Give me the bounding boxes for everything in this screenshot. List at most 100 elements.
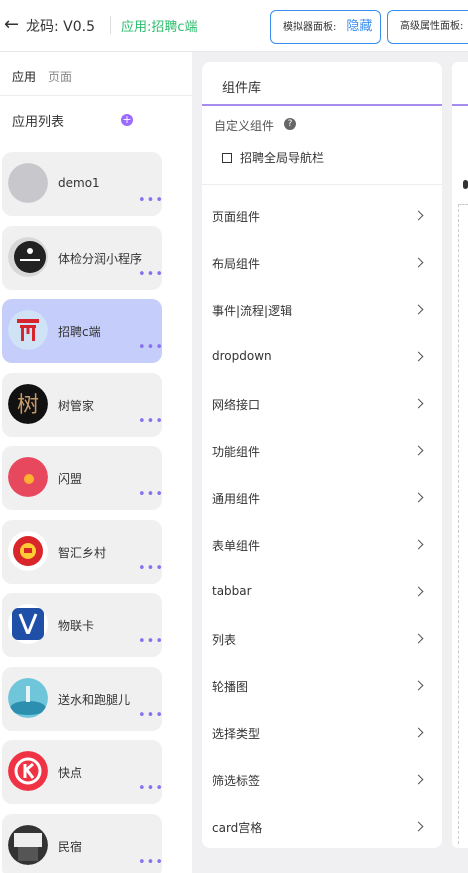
sidebar-tabs: 应用 页面 (0, 52, 192, 96)
category-label: dropdown (212, 349, 272, 363)
custom-components-title: 自定义组件 (214, 119, 275, 133)
category-label: 网络接口 (212, 398, 261, 412)
app-card[interactable]: 招聘c端 ••• (2, 299, 164, 363)
app-name: 闪盟 (58, 472, 83, 486)
app-name: 送水和跑腿儿 (58, 693, 131, 707)
app-avatar-icon (8, 751, 48, 791)
category-item[interactable]: 选择类型 (202, 711, 442, 758)
category-item[interactable]: 功能组件 (202, 429, 442, 476)
category-item[interactable]: 筛选标签 (202, 758, 442, 805)
chevron-right-icon (413, 304, 424, 315)
app-avatar-icon (8, 310, 48, 350)
component-library: 组件库 自定义组件 ? 招聘全局导航栏 页面组件布局组件事件|流程|逻辑 drop… (202, 62, 442, 848)
chevron-right-icon (413, 257, 424, 268)
advanced-panel-button[interactable]: 高级属性面板: (387, 10, 468, 44)
app-name: 快点 (58, 766, 83, 780)
app-card[interactable]: 树 树管家 ••• (2, 373, 164, 437)
tab-pages[interactable]: 页面 (48, 68, 72, 85)
app-title: 龙码: V0.5 (26, 19, 96, 35)
category-item[interactable]: tabbar (202, 570, 442, 617)
app-name: 物联卡 (58, 619, 95, 633)
category-item[interactable]: 通用组件 (202, 476, 442, 523)
app-avatar-icon (8, 604, 48, 644)
help-icon[interactable]: ? (284, 118, 296, 130)
simulator-canvas[interactable] (458, 204, 468, 844)
app-avatar-icon (8, 531, 48, 571)
back-arrow-icon[interactable]: ← (4, 13, 22, 37)
current-app-label: 应用:招聘c端 (121, 20, 198, 35)
advanced-panel-label: 高级属性面板: (400, 21, 464, 32)
more-icon[interactable]: ••• (138, 194, 164, 207)
category-item[interactable]: 列表 (202, 617, 442, 664)
category-item[interactable]: 页面组件 (202, 194, 442, 241)
app-name: 招聘c端 (58, 325, 101, 339)
category-item[interactable]: 网络接口 (202, 382, 442, 429)
component-icon (222, 153, 232, 163)
category-label: 选择类型 (212, 727, 261, 741)
category-label: 轮播图 (212, 680, 249, 694)
chevron-right-icon (413, 351, 424, 362)
plus-icon[interactable]: + (121, 114, 133, 126)
chevron-right-icon (413, 539, 424, 550)
category-item[interactable]: 轮播图 (202, 664, 442, 711)
simulator-panel-button[interactable]: 模拟器面板: 隐藏 (270, 10, 381, 44)
library-title: 组件库 (222, 81, 262, 96)
app-name: 树管家 (58, 399, 95, 413)
top-bar: ← 龙码: V0.5 应用:招聘c端 模拟器面板: 隐藏 高级属性面板: (0, 0, 468, 52)
more-icon[interactable]: ••• (138, 635, 164, 648)
category-label: tabbar (212, 584, 252, 598)
hide-simulator-link[interactable]: 隐藏 (346, 19, 372, 34)
more-icon[interactable]: ••• (138, 782, 164, 795)
more-icon[interactable]: ••• (138, 856, 164, 869)
app-avatar-icon (8, 457, 48, 497)
app-card[interactable]: 智汇乡村 ••• (2, 520, 164, 584)
app-card[interactable]: 快点 ••• (2, 740, 164, 804)
more-icon[interactable]: ••• (138, 341, 164, 354)
library-title-underline (202, 104, 442, 106)
custom-component-item[interactable]: 招聘全局导航栏 (222, 149, 324, 166)
app-card[interactable]: 体检分润小程序 ••• (2, 226, 164, 290)
app-card[interactable]: 闪盟 ••• (2, 446, 164, 510)
category-label: 事件|流程|逻辑 (212, 304, 293, 318)
category-label: 功能组件 (212, 445, 261, 459)
app-card[interactable]: 物联卡 ••• (2, 593, 164, 657)
app-card[interactable]: demo1 ••• (2, 152, 164, 216)
app-name: demo1 (58, 176, 100, 190)
category-label: card宫格 (212, 821, 263, 835)
category-item[interactable]: dropdown (202, 335, 442, 382)
simulator-indicator (463, 180, 468, 189)
category-item[interactable]: 表单组件 (202, 523, 442, 570)
chevron-right-icon (413, 633, 424, 644)
chevron-right-icon (413, 680, 424, 691)
more-icon[interactable]: ••• (138, 709, 164, 722)
category-item[interactable]: 布局组件 (202, 241, 442, 288)
category-item[interactable]: 事件|流程|逻辑 (202, 288, 442, 335)
tab-apps[interactable]: 应用 (12, 68, 36, 85)
app-avatar-icon (8, 237, 48, 277)
simulator-title-underline (452, 104, 468, 106)
category-label: 列表 (212, 633, 237, 647)
app-name: 智汇乡村 (58, 546, 107, 560)
app-sidebar: 应用 页面 应用列表 + demo1 ••• 体检分润小程序 ••• 招聘c端 ••• 树树… (0, 52, 192, 873)
category-label: 筛选标签 (212, 774, 261, 788)
chevron-right-icon (413, 774, 424, 785)
more-icon[interactable]: ••• (138, 488, 164, 501)
more-icon[interactable]: ••• (138, 268, 164, 281)
category-label: 表单组件 (212, 539, 261, 553)
category-item[interactable]: card宫格 (202, 805, 442, 848)
chevron-right-icon (413, 821, 424, 832)
app-avatar-icon (8, 825, 48, 865)
app-card[interactable]: 民宿 ••• (2, 814, 164, 873)
simulator-panel (452, 62, 468, 848)
custom-component-label: 招聘全局导航栏 (240, 151, 325, 165)
chevron-right-icon (413, 492, 424, 503)
more-icon[interactable]: ••• (138, 562, 164, 575)
category-label: 页面组件 (212, 210, 261, 224)
more-icon[interactable]: ••• (138, 415, 164, 428)
divider (110, 16, 111, 34)
simulator-panel-label: 模拟器面板: (283, 22, 337, 33)
chevron-right-icon (413, 398, 424, 409)
app-name: 民宿 (58, 840, 83, 854)
app-avatar-icon (8, 163, 48, 203)
app-card[interactable]: 送水和跑腿儿 ••• (2, 667, 164, 731)
